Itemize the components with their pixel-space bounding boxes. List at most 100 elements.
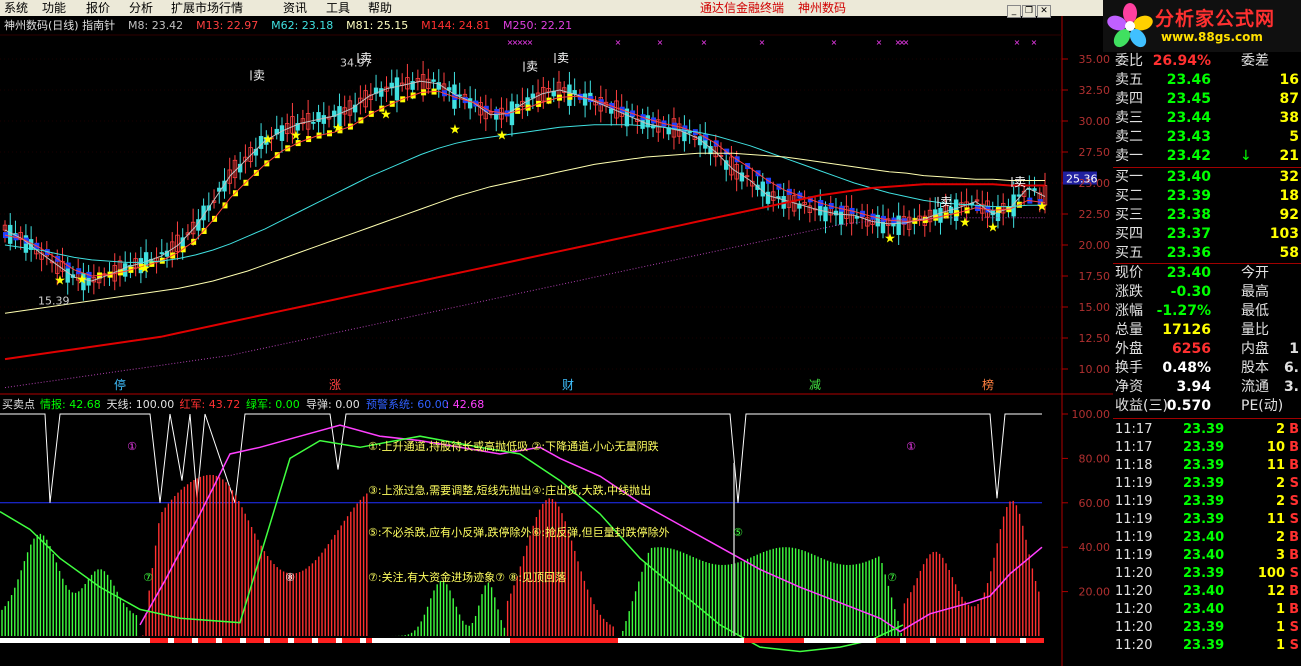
tick-row[interactable]: 11:19 23.40 2 B bbox=[1113, 529, 1301, 547]
tick-row[interactable]: 11:18 23.39 11 B bbox=[1113, 457, 1301, 475]
buy-star-icon: ★ bbox=[76, 272, 88, 287]
signal-strip-cell bbox=[450, 638, 456, 643]
signal-strip-cell bbox=[462, 638, 468, 643]
stat-row: 外盘 6256 内盘 1 bbox=[1113, 340, 1301, 359]
buy-star-icon: ★ bbox=[380, 108, 392, 123]
signal-strip-cell bbox=[984, 638, 990, 643]
signal-strip-cell bbox=[828, 638, 834, 643]
tick-row[interactable]: 11:20 23.40 1 B bbox=[1113, 601, 1301, 619]
tick-row[interactable]: 11:19 23.39 11 S bbox=[1113, 511, 1301, 529]
signal-strip-cell bbox=[846, 638, 852, 643]
divider bbox=[1113, 418, 1301, 419]
signal-strip-cell bbox=[282, 638, 288, 643]
signal-strip-cell bbox=[336, 638, 342, 643]
bid-row[interactable]: 买四 23.37 103 bbox=[1113, 225, 1301, 244]
bid-row[interactable]: 买一 23.40 32 bbox=[1113, 168, 1301, 187]
chart-area[interactable]: 35.0032.5030.0027.5025.0022.5020.0017.50… bbox=[0, 16, 1113, 666]
tick-row[interactable]: 11:19 23.39 2 S bbox=[1113, 493, 1301, 511]
tick-row[interactable]: 11:20 23.40 12 B bbox=[1113, 583, 1301, 601]
pattern-x-marker: × bbox=[527, 38, 534, 47]
ask-row[interactable]: 卖二 23.43 5 bbox=[1113, 128, 1301, 147]
tick-row[interactable]: 11:19 23.40 3 B bbox=[1113, 547, 1301, 565]
signal-strip-cell bbox=[906, 638, 912, 643]
quote-price: 23.43 bbox=[1166, 129, 1211, 145]
down-arrow-icon: ↓ bbox=[1240, 148, 1252, 164]
candle-body bbox=[582, 93, 588, 106]
buy-star-icon: ★ bbox=[987, 220, 999, 235]
tick-row[interactable]: 11:20 23.39 1 S bbox=[1113, 637, 1301, 655]
menu-news[interactable]: 资讯 bbox=[283, 0, 307, 16]
signal-strip-cell bbox=[438, 638, 444, 643]
signal-strip-cell bbox=[534, 638, 540, 643]
pattern-label: 榜 bbox=[982, 377, 994, 392]
signal-strip-cell bbox=[708, 638, 714, 643]
price-tick-label: 20.00 bbox=[1079, 239, 1111, 252]
tick-time: 11:19 bbox=[1115, 512, 1153, 527]
ask-row[interactable]: 卖三 23.44 38 bbox=[1113, 109, 1301, 128]
menu-label: 工具 bbox=[326, 1, 351, 15]
tick-row[interactable]: 11:19 23.39 2 S bbox=[1113, 475, 1301, 493]
price-tick-label: 32.50 bbox=[1079, 84, 1111, 97]
signal-strip-cell bbox=[504, 638, 510, 643]
signal-strip-cell bbox=[624, 638, 630, 643]
signal-strip-cell bbox=[366, 638, 372, 643]
chart-title: 神州数码(日线) 指南针 bbox=[4, 18, 115, 32]
stat-label-2: 今开 bbox=[1241, 265, 1269, 281]
indicator-mark: ⑦ bbox=[143, 571, 153, 584]
signal-strip-cell bbox=[762, 638, 768, 643]
stat-row: 涨跌 -0.30 最高 bbox=[1113, 283, 1301, 302]
signal-strip-cell bbox=[792, 638, 798, 643]
quote-price: 23.44 bbox=[1166, 110, 1211, 126]
high-price-label: 34.97 bbox=[340, 56, 372, 69]
menu-function[interactable]: 功能 bbox=[42, 0, 66, 16]
menu-quote[interactable]: 报价 bbox=[86, 0, 110, 16]
tick-price: 23.39 bbox=[1183, 458, 1225, 473]
signal-strip-cell bbox=[84, 638, 90, 643]
ma-line-m13 bbox=[4, 90, 1046, 277]
tick-volume: 1 bbox=[1275, 602, 1285, 617]
pattern-x-marker: × bbox=[701, 38, 708, 47]
bid-row[interactable]: 买二 23.39 18 bbox=[1113, 187, 1301, 206]
tick-volume: 3 bbox=[1275, 548, 1285, 563]
ask-row[interactable]: 卖五 23.46 16 bbox=[1113, 71, 1301, 90]
signal-strip-cell bbox=[804, 638, 810, 643]
signal-strip-cell bbox=[1026, 638, 1032, 643]
signal-strip-cell bbox=[576, 638, 582, 643]
signal-strip-cell bbox=[954, 638, 960, 643]
tick-volume: 2 bbox=[1275, 530, 1285, 545]
ask-row[interactable]: 卖四 23.45 87 bbox=[1113, 90, 1301, 109]
buy-star-icon: ★ bbox=[290, 129, 302, 144]
pattern-x-marker: × bbox=[876, 38, 883, 47]
signal-strip-cell bbox=[138, 638, 144, 643]
tick-row[interactable]: 11:20 23.39 1 S bbox=[1113, 619, 1301, 637]
stat-label: 现价 bbox=[1115, 265, 1143, 281]
signal-strip-cell bbox=[528, 638, 534, 643]
pattern-x-marker: × bbox=[1014, 38, 1021, 47]
menu-tools[interactable]: 工具 bbox=[326, 0, 350, 16]
tick-row[interactable]: 11:20 23.39 100 S bbox=[1113, 565, 1301, 583]
ma-legend-item: M62: 23.18 bbox=[271, 19, 333, 32]
signal-strip-cell bbox=[894, 638, 900, 643]
signal-strip-cell bbox=[690, 638, 696, 643]
menu-system[interactable]: 系统 bbox=[4, 0, 28, 16]
tick-row[interactable]: 11:17 23.39 10 B bbox=[1113, 439, 1301, 457]
signal-strip-cell bbox=[750, 638, 756, 643]
tick-row[interactable]: 11:17 23.39 2 B bbox=[1113, 421, 1301, 439]
signal-strip-cell bbox=[912, 638, 918, 643]
signal-strip-cell bbox=[666, 638, 672, 643]
signal-strip-cell bbox=[150, 638, 156, 643]
menu-help[interactable]: 帮助 bbox=[368, 0, 392, 16]
signal-strip-cell bbox=[210, 638, 216, 643]
menu-extended-market[interactable]: 扩展市场行情 bbox=[171, 0, 243, 16]
bid-row[interactable]: 买三 23.38 92 bbox=[1113, 206, 1301, 225]
signal-strip-cell bbox=[174, 638, 180, 643]
bid-row[interactable]: 买五 23.36 58 bbox=[1113, 244, 1301, 263]
signal-strip-cell bbox=[1008, 638, 1014, 643]
menu-analysis[interactable]: 分析 bbox=[129, 0, 153, 16]
ma-legend-item: M8: 23.42 bbox=[128, 19, 183, 32]
stat-row: 总量 17126 量比 bbox=[1113, 321, 1301, 340]
ask-row[interactable]: 卖一 23.42 ↓ 21 bbox=[1113, 147, 1301, 166]
pattern-x-marker: × bbox=[1031, 38, 1038, 47]
sell-signal-label: 卖 bbox=[253, 68, 265, 82]
stat-value: 23.40 bbox=[1166, 265, 1211, 281]
